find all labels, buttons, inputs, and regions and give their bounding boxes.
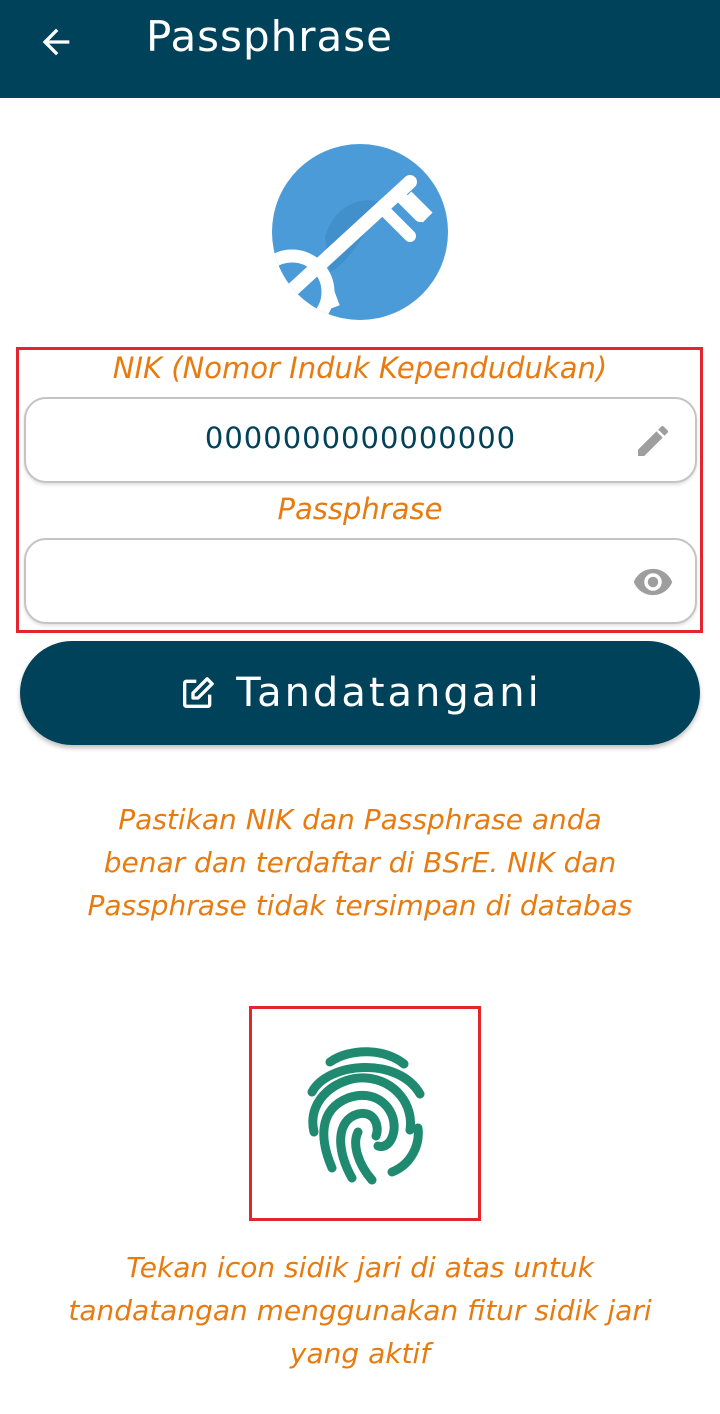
pencil-edit-icon [638,425,669,456]
key-logo-icon [270,142,450,322]
nik-field[interactable]: 0000000000000000 [24,397,697,483]
toggle-visibility-button[interactable] [631,562,675,602]
nik-value: 0000000000000000 [204,421,517,455]
nik-edit-button[interactable] [631,421,675,461]
edit-square-icon [183,677,215,708]
nik-label: NIK (Nomor Induk Kependudukan) [112,351,608,385]
sign-button[interactable]: Tandatangani [20,641,700,745]
back-button[interactable] [30,16,82,68]
info-text: Pastikan NIK dan Passphrase anda benar d… [87,803,633,922]
eye-icon [633,568,673,596]
page-title: Passphrase [146,12,393,61]
sign-button-label: Tandatangani [236,670,542,716]
fingerprint-button[interactable] [280,1030,450,1200]
fingerprint-icon [307,1047,425,1185]
app-bar: Passphrase [0,0,720,98]
passphrase-field[interactable] [24,538,697,624]
fingerprint-hint: Tekan icon sidik jari di atas untuk tand… [68,1251,652,1370]
passphrase-label: Passphrase [277,492,443,526]
arrow-left-icon [42,28,70,56]
